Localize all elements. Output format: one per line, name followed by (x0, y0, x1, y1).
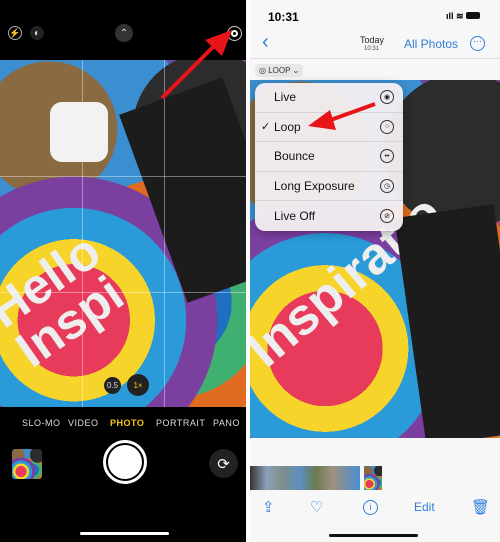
red-arrow-right (308, 102, 376, 130)
red-arrow-left (160, 30, 232, 100)
annotation-arrows (160, 30, 376, 130)
